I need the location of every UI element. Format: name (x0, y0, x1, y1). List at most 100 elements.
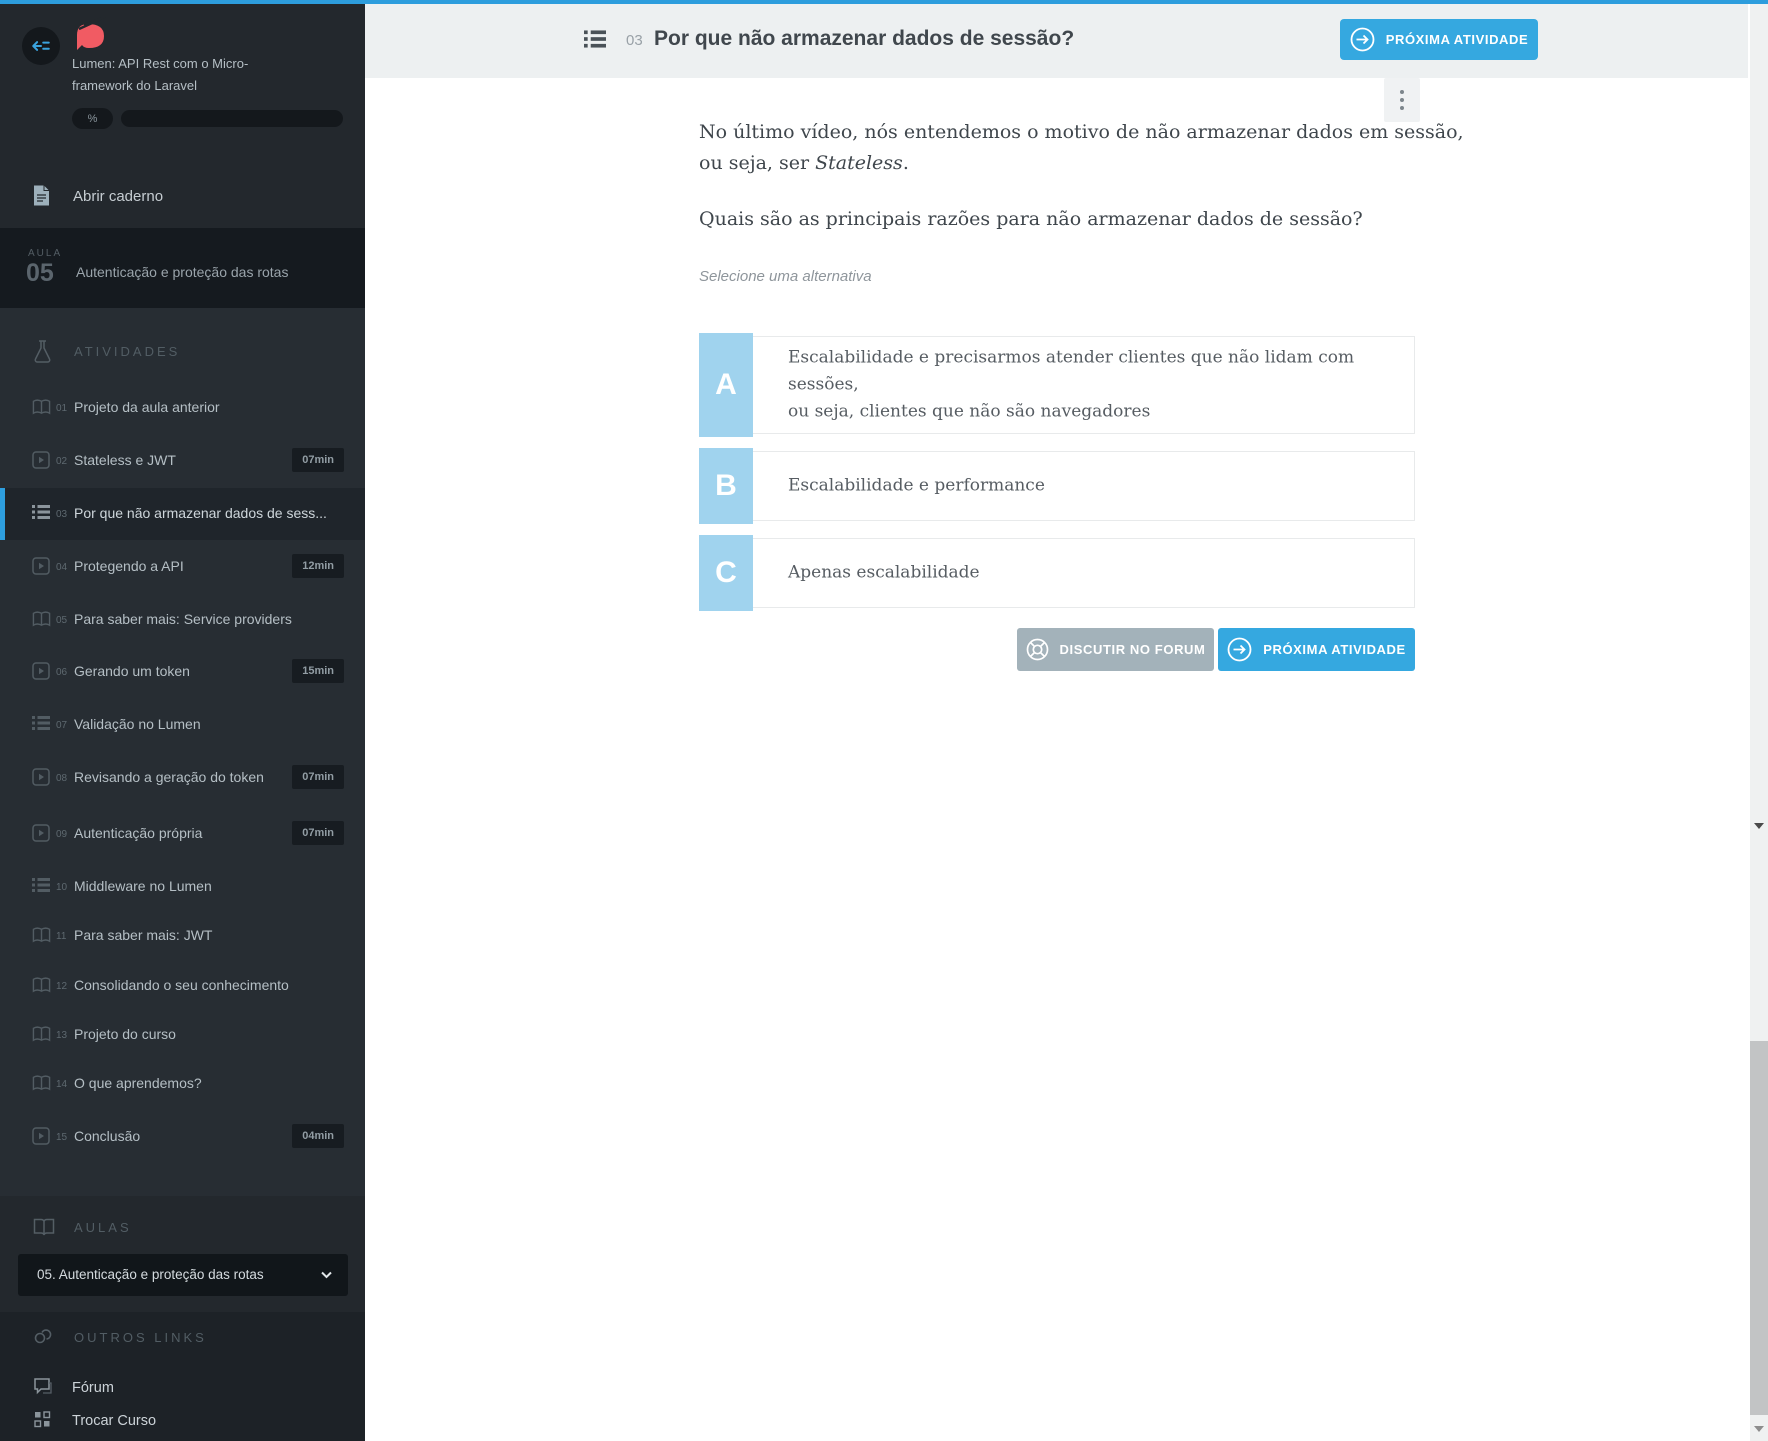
option-text-line1: Apenas escalabilidade (788, 562, 980, 583)
arrow-right-circle-icon (1350, 27, 1375, 52)
scroll-down-arrow[interactable] (1754, 1426, 1764, 1432)
other-links-header: OUTROS LINKS (0, 1326, 365, 1350)
lesson-banner: AULA 05 Autenticação e proteção das rota… (0, 228, 365, 308)
question-paragraph-1: No último vídeo, nós entendemos o motivo… (699, 117, 1464, 179)
video-icon (32, 662, 50, 680)
forum-lifebuoy-icon (1026, 638, 1048, 661)
activity-duration-badge: 12min (292, 554, 344, 578)
switch-course-link[interactable]: Trocar Curso (0, 1407, 365, 1439)
activity-number: 09 (56, 829, 68, 840)
sidebar-item-06[interactable]: 06 Gerando um token 15min (0, 646, 365, 698)
activity-number: 05 (56, 615, 68, 626)
activity-title: O que aprendemos? (74, 1075, 202, 1091)
next-activity-label: PRÓXIMA ATIVIDADE (1385, 32, 1529, 47)
stateless-emphasis: Stateless (815, 152, 903, 174)
sidebar-item-09[interactable]: 09 Autenticação própria 07min (0, 808, 365, 860)
list-icon (32, 878, 50, 892)
course-title: Lumen: API Rest com o Micro- framework d… (72, 53, 262, 97)
activity-number: 11 (56, 931, 67, 942)
activity-title: Middleware no Lumen (74, 878, 212, 894)
option-text-line1: Escalabilidade e performance (788, 475, 1045, 496)
sidebar-item-01[interactable]: 01 Projeto da aula anterior (0, 382, 365, 434)
activity-duration-badge: 07min (292, 765, 344, 789)
video-icon (32, 768, 50, 786)
open-notebook-label: Abrir caderno (73, 188, 164, 205)
activity-title: Para saber mais: JWT (74, 927, 213, 943)
option-c[interactable]: C Apenas escalabilidade (699, 535, 1415, 611)
question-paragraph-2: Quais são as principais razões para não … (699, 208, 1363, 230)
question-line-1: No último vídeo, nós entendemos o motivo… (699, 121, 1464, 143)
discuss-forum-button[interactable]: DISCUTIR NO FORUM (1017, 628, 1214, 671)
sidebar-item-02[interactable]: 02 Stateless e JWT 07min (0, 435, 365, 487)
switch-course-link-label: Trocar Curso (72, 1413, 157, 1429)
option-text: Escalabilidade e performance (788, 473, 1408, 500)
sidebar-item-07[interactable]: 07 Validação no Lumen (0, 699, 365, 751)
question-line-2: ou seja, ser Stateless. (699, 152, 909, 174)
activity-title: Projeto do curso (74, 1026, 176, 1042)
list-icon (584, 30, 606, 48)
activity-number: 12 (56, 981, 68, 992)
kebab-dot (1400, 90, 1404, 94)
option-text: Apenas escalabilidade (788, 560, 1408, 587)
kebab-dot (1400, 106, 1404, 110)
lesson-banner-label: AULA (28, 248, 63, 259)
progress-percent-badge: % (72, 108, 113, 129)
book-icon (32, 1026, 51, 1042)
activity-number: 03 (56, 509, 68, 520)
collapse-sidebar-button[interactable] (22, 27, 60, 65)
sidebar-item-08[interactable]: 08 Revisando a geração do token 07min (0, 752, 365, 804)
activity-title: Stateless e JWT (74, 452, 176, 468)
next-activity-button-top[interactable]: PRÓXIMA ATIVIDADE (1340, 19, 1538, 60)
page: Lumen: API Rest com o Micro- framework d… (0, 0, 1768, 1441)
sidebar-item-12[interactable]: 12 Consolidando o seu conhecimento (0, 960, 365, 1012)
activity-number: 02 (56, 456, 68, 467)
activity-number: 10 (56, 882, 68, 893)
option-a[interactable]: A Escalabilidade e precisarmos atender c… (699, 333, 1415, 437)
select-alternative-hint: Selecione uma alternativa (699, 268, 872, 285)
other-links-header-label: OUTROS LINKS (74, 1330, 207, 1345)
sidebar-item-03-active[interactable]: 03 Por que não armazenar dados de sess..… (0, 488, 365, 540)
open-notebook-button[interactable]: Abrir caderno (0, 176, 365, 220)
scrollbar-thumb[interactable] (1750, 1041, 1768, 1415)
activity-number: 08 (56, 773, 68, 784)
course-title-line1: Lumen: API Rest com o Micro- (72, 56, 249, 71)
activity-title: Validação no Lumen (74, 716, 201, 732)
aulas-header: AULAS (0, 1216, 365, 1240)
main-content: 03 Por que não armazenar dados de sessão… (365, 4, 1768, 1441)
option-letter-badge: B (699, 448, 753, 524)
collapse-arrow-icon (32, 41, 50, 51)
more-options-button[interactable] (1384, 78, 1420, 122)
document-icon (34, 185, 49, 206)
vertical-scrollbar (1750, 4, 1768, 1441)
sidebar-item-11[interactable]: 11 Para saber mais: JWT (0, 910, 365, 962)
progress-bar (121, 110, 343, 127)
list-icon (32, 716, 50, 730)
activity-title: Consolidando o seu conhecimento (74, 977, 289, 993)
forum-link[interactable]: Fórum (0, 1374, 365, 1406)
activity-number: 13 (56, 1030, 68, 1041)
chevron-down-icon (321, 1271, 332, 1279)
activity-number: 01 (56, 403, 68, 414)
link-icon (34, 1329, 52, 1344)
option-b[interactable]: B Escalabilidade e performance (699, 448, 1415, 524)
option-letter-badge: C (699, 535, 753, 611)
activity-number: 04 (56, 562, 68, 573)
video-icon (32, 824, 50, 842)
sidebar-item-05[interactable]: 05 Para saber mais: Service providers (0, 594, 365, 646)
lesson-select-dropdown[interactable]: 05. Autenticação e proteção das rotas (18, 1254, 348, 1296)
book-icon (32, 611, 51, 627)
scroll-down-arrow[interactable] (1754, 823, 1764, 829)
activity-duration-badge: 07min (292, 448, 344, 472)
discuss-forum-label: DISCUTIR NO FORUM (1059, 642, 1206, 657)
sidebar-item-04[interactable]: 04 Protegendo a API 12min (0, 541, 365, 593)
activity-number: 15 (56, 1132, 68, 1143)
activities-header: ATIVIDADES (0, 340, 365, 364)
option-text-line1: Escalabilidade e precisarmos atender cli… (788, 347, 1355, 395)
chat-icon (34, 1378, 52, 1395)
sidebar-item-14[interactable]: 14 O que aprendemos? (0, 1058, 365, 1110)
activities-header-label: ATIVIDADES (74, 344, 181, 359)
sidebar-item-13[interactable]: 13 Projeto do curso (0, 1009, 365, 1061)
next-activity-button-bottom[interactable]: PRÓXIMA ATIVIDADE (1218, 628, 1415, 671)
sidebar-item-15[interactable]: 15 Conclusão 04min (0, 1111, 365, 1163)
sidebar-item-10[interactable]: 10 Middleware no Lumen (0, 861, 365, 913)
